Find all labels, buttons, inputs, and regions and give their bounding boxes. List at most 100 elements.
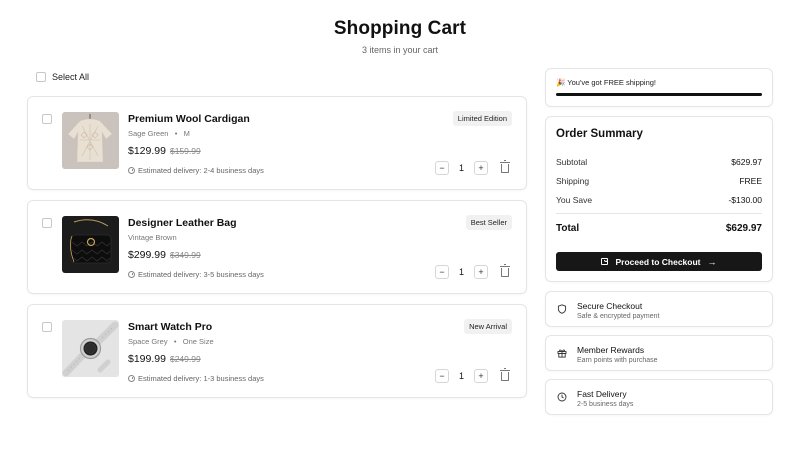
total-row: Total $629.97 [556, 223, 762, 234]
product-badge: Best Seller [465, 215, 512, 230]
delivery-text: Estimated delivery: 2-4 business days [138, 166, 264, 175]
checkout-button-label: Proceed to Checkout [615, 256, 701, 267]
decrease-quantity-button[interactable]: − [435, 369, 449, 383]
shopping-bag-icon [601, 258, 609, 265]
gift-icon [557, 349, 567, 358]
savings-row: You Save -$130.00 [556, 195, 762, 205]
decrease-quantity-button[interactable]: − [435, 161, 449, 175]
subtotal-row: Subtotal $629.97 [556, 157, 762, 167]
cart-item: Designer Leather Bag Vintage Brown $299.… [27, 200, 527, 294]
feature-subtitle: Earn points with purchase [577, 357, 658, 364]
shipping-label: Shipping [556, 176, 590, 186]
product-name[interactable]: Premium Wool Cardigan [128, 113, 250, 125]
variant-color: Vintage Brown [128, 233, 177, 242]
quantity-value: 1 [458, 267, 464, 277]
clock-icon [128, 375, 135, 382]
delivery-estimate: Estimated delivery: 2-4 business days [128, 166, 264, 175]
page-title: Shopping Cart [333, 18, 467, 39]
total-label: Total [556, 223, 580, 234]
delivery-text: Estimated delivery: 3-5 business days [138, 270, 264, 279]
item-checkbox[interactable] [42, 218, 52, 228]
product-image-watch[interactable] [62, 320, 119, 377]
increase-quantity-button[interactable]: + [474, 161, 488, 175]
clock-icon [128, 271, 135, 278]
quantity-stepper: − 1 + [435, 265, 488, 279]
clock-icon [128, 167, 135, 174]
subtotal-value: $629.97 [731, 157, 762, 167]
trash-icon[interactable] [500, 160, 510, 173]
feature-subtitle: 2-5 business days [577, 401, 634, 408]
product-name[interactable]: Smart Watch Pro [128, 321, 212, 333]
product-variant: Sage Green • M [128, 129, 190, 138]
variant-separator: • [169, 337, 181, 346]
product-name[interactable]: Designer Leather Bag [128, 217, 237, 229]
free-shipping-message: 🎉 You've got FREE shipping! [556, 78, 656, 87]
feature-title: Fast Delivery [577, 389, 627, 399]
order-summary-card: Order Summary Subtotal $629.97 Shipping … [545, 116, 773, 282]
cart-items-list: Premium Wool Cardigan Sage Green • M $12… [27, 96, 527, 408]
original-price: $349.99 [169, 250, 201, 260]
cart-header: Shopping Cart 3 items in your cart [0, 18, 800, 55]
increase-quantity-button[interactable]: + [474, 369, 488, 383]
product-badge: Limited Edition [452, 111, 512, 126]
product-price: $199.99 $249.99 [128, 353, 201, 365]
savings-value: -$130.00 [728, 195, 762, 205]
variant-size: One Size [182, 337, 214, 346]
select-all[interactable]: Select All [36, 72, 89, 82]
feature-title: Secure Checkout [577, 301, 643, 311]
shipping-value: FREE [739, 176, 762, 186]
cart-item: Smart Watch Pro Space Grey • One Size $1… [27, 304, 527, 398]
proceed-to-checkout-button[interactable]: Proceed to Checkout → [556, 252, 762, 271]
increase-quantity-button[interactable]: + [474, 265, 488, 279]
free-shipping-card: 🎉 You've got FREE shipping! [545, 68, 773, 107]
variant-color: Sage Green [128, 129, 169, 138]
current-price: $129.99 [128, 145, 166, 157]
product-image-cardigan[interactable] [62, 112, 119, 169]
decrease-quantity-button[interactable]: − [435, 265, 449, 279]
current-price: $299.99 [128, 249, 166, 261]
current-price: $199.99 [128, 353, 166, 365]
select-all-label: Select All [52, 72, 90, 82]
item-checkbox[interactable] [42, 322, 52, 332]
product-image-bag[interactable] [62, 216, 119, 273]
variant-color: Space Grey [128, 337, 168, 346]
feature-member-rewards: Member Rewards Earn points with purchase [545, 335, 773, 371]
select-all-checkbox[interactable] [36, 72, 46, 82]
shipping-row: Shipping FREE [556, 176, 762, 186]
item-checkbox[interactable] [42, 114, 52, 124]
order-summary-title: Order Summary [556, 128, 643, 140]
product-badge: New Arrival [464, 319, 512, 334]
item-count: 3 items in your cart [361, 45, 439, 55]
quantity-value: 1 [458, 371, 464, 381]
trash-icon[interactable] [500, 264, 510, 277]
delivery-text: Estimated delivery: 1-3 business days [138, 374, 264, 383]
cart-item: Premium Wool Cardigan Sage Green • M $12… [27, 96, 527, 190]
feature-title: Member Rewards [577, 345, 645, 355]
quantity-value: 1 [458, 163, 464, 173]
product-price: $129.99 $159.99 [128, 145, 201, 157]
delivery-estimate: Estimated delivery: 3-5 business days [128, 270, 264, 279]
arrow-right-icon: → [707, 256, 717, 267]
variant-size: M [183, 129, 190, 138]
shield-icon [557, 304, 567, 314]
clock-icon [557, 392, 567, 402]
original-price: $249.99 [169, 354, 201, 364]
product-variant: Vintage Brown [128, 233, 177, 242]
shipping-progress-bar [556, 93, 762, 96]
quantity-stepper: − 1 + [435, 161, 488, 175]
savings-label: You Save [556, 195, 593, 205]
original-price: $159.99 [169, 146, 201, 156]
total-value: $629.97 [725, 223, 762, 234]
delivery-estimate: Estimated delivery: 1-3 business days [128, 374, 264, 383]
feature-subtitle: Safe & encrypted payment [577, 313, 660, 320]
product-variant: Space Grey • One Size [128, 337, 214, 346]
subtotal-label: Subtotal [556, 157, 588, 167]
feature-secure-checkout: Secure Checkout Safe & encrypted payment [545, 291, 773, 327]
summary-divider [556, 213, 762, 214]
shipping-progress-fill [556, 93, 762, 96]
product-price: $299.99 $349.99 [128, 249, 201, 261]
quantity-stepper: − 1 + [435, 369, 488, 383]
feature-fast-delivery: Fast Delivery 2-5 business days [545, 379, 773, 415]
variant-separator: • [170, 129, 182, 138]
trash-icon[interactable] [500, 368, 510, 381]
